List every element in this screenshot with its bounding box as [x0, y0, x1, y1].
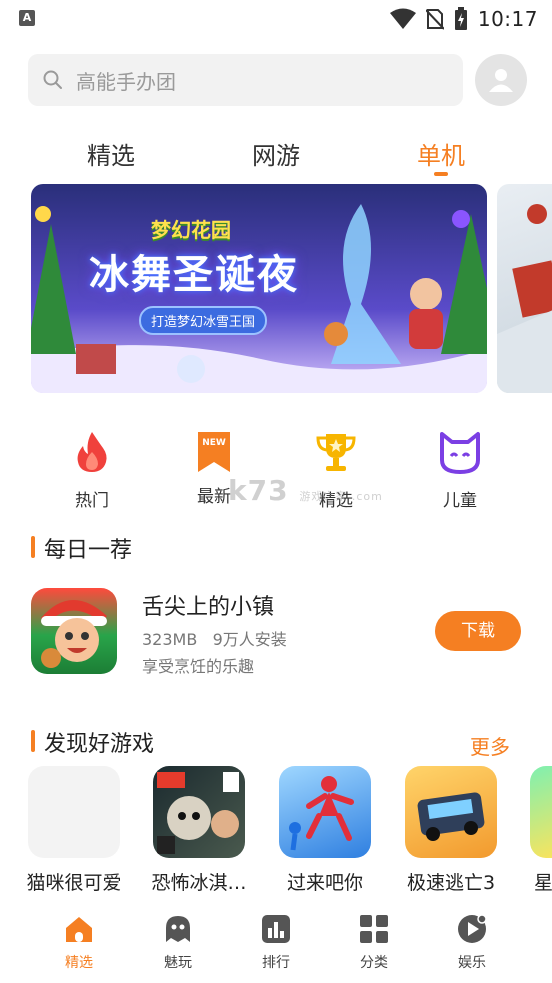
active-tab-indicator — [434, 172, 448, 176]
discover-section-title: 发现好游戏 — [44, 732, 155, 757]
game-name: 恐怖冰淇… — [151, 872, 247, 894]
nav-meiwan[interactable]: 魅玩 — [138, 914, 218, 972]
watermark-sub: 游戏之家 .com — [299, 490, 383, 503]
battery-charging-icon — [454, 7, 467, 30]
game-name: 猫咪很可爱 — [26, 872, 122, 894]
grid-icon — [360, 915, 388, 943]
no-sim-icon — [425, 9, 444, 30]
section-accent-bar — [31, 730, 35, 752]
tab-wangyou[interactable]: 网游 — [252, 136, 300, 171]
home-icon — [66, 917, 92, 942]
tab-jingxuan[interactable]: 精选 — [87, 136, 135, 171]
watermark-text: k73 — [228, 474, 289, 507]
nav-jingxuan[interactable]: 精选 — [39, 914, 119, 972]
banner-subtitle: 打造梦幻冰雪王国 — [139, 306, 268, 335]
game-item[interactable]: 极速逃亡3 — [396, 766, 506, 895]
search-bar[interactable]: 高能手办团 — [28, 54, 463, 106]
banner-artwork-2 — [497, 204, 552, 393]
status-icons: 10:17 — [389, 6, 538, 32]
nav-label: 排行 — [262, 955, 290, 971]
daily-game-installs: 9万人安装 — [212, 630, 287, 649]
section-accent-bar — [31, 536, 35, 558]
search-icon — [43, 70, 62, 89]
game-item[interactable]: 过来吧你 — [270, 766, 380, 895]
banner-logo: 梦幻花园 — [151, 218, 231, 242]
daily-game-meta: 323MB 9万人安装 — [142, 626, 287, 650]
cat-face-icon — [440, 432, 480, 474]
game-thumbnail — [279, 766, 371, 858]
game-thumbnail — [153, 766, 245, 858]
category-kids[interactable]: 儿童 — [420, 430, 500, 511]
wifi-icon — [389, 8, 416, 29]
ranking-icon — [262, 915, 290, 943]
app-notification-icon: A — [19, 10, 35, 26]
clock: 10:17 — [477, 7, 538, 31]
fire-icon — [77, 432, 107, 472]
nav-label: 娱乐 — [458, 955, 486, 971]
ghost-icon — [166, 916, 190, 942]
game-name: 过来吧你 — [286, 872, 363, 894]
trophy-icon — [316, 434, 356, 471]
game-thumbnail — [530, 766, 552, 858]
search-input[interactable]: 高能手办团 — [76, 66, 176, 95]
daily-section-title: 每日一荐 — [44, 538, 133, 563]
nav-paihang[interactable]: 排行 — [236, 914, 316, 972]
category-label: 儿童 — [443, 491, 477, 511]
category-hot[interactable]: 热门 — [52, 430, 132, 511]
nav-fenlei[interactable]: 分类 — [334, 914, 414, 972]
nav-label: 精选 — [65, 955, 93, 971]
daily-game-art — [41, 599, 107, 668]
watermark: k73 游戏之家 .com — [228, 474, 383, 507]
promo-banner[interactable]: 梦幻花园 冰舞圣诞夜 打造梦幻冰雪王国 — [31, 184, 487, 393]
daily-game-name[interactable]: 舌尖上的小镇 — [142, 589, 274, 621]
top-tabs: 精选 网游 单机 — [0, 130, 552, 178]
more-link[interactable]: 更多 — [470, 731, 510, 760]
game-thumbnail — [28, 766, 120, 858]
game-name: 极速逃亡3 — [406, 872, 496, 894]
new-badge-icon: NEW — [192, 430, 236, 474]
download-button[interactable]: 下载 — [435, 611, 521, 651]
tab-danji[interactable]: 单机 — [417, 136, 465, 171]
daily-game-icon[interactable] — [31, 588, 117, 674]
nav-label: 魅玩 — [164, 955, 192, 971]
game-name: 星 — [534, 872, 552, 894]
game-item[interactable]: 猫咪很可爱 — [19, 766, 129, 895]
category-label: 热门 — [75, 491, 109, 511]
daily-game-size: 323MB — [142, 630, 198, 649]
next-banner-peek[interactable] — [497, 184, 552, 393]
user-icon — [489, 69, 513, 92]
bottom-nav: 精选 魅玩 排行 分类 娱乐 — [0, 906, 552, 983]
avatar[interactable] — [475, 54, 527, 106]
game-list: 猫咪很可爱 恐怖冰淇… 过来吧你 极速逃亡3 星 — [0, 766, 552, 896]
game-item[interactable]: 星 — [520, 766, 552, 895]
game-thumbnail — [405, 766, 497, 858]
new-badge-text: NEW — [202, 438, 226, 448]
game-item[interactable]: 恐怖冰淇… — [144, 766, 254, 895]
daily-game-desc: 享受烹饪的乐趣 — [142, 657, 255, 676]
play-icon — [458, 914, 487, 943]
banner-title: 冰舞圣诞夜 — [89, 252, 299, 298]
status-bar: A 10:17 — [0, 0, 552, 38]
nav-yule[interactable]: 娱乐 — [432, 914, 512, 972]
nav-label: 分类 — [360, 955, 388, 971]
